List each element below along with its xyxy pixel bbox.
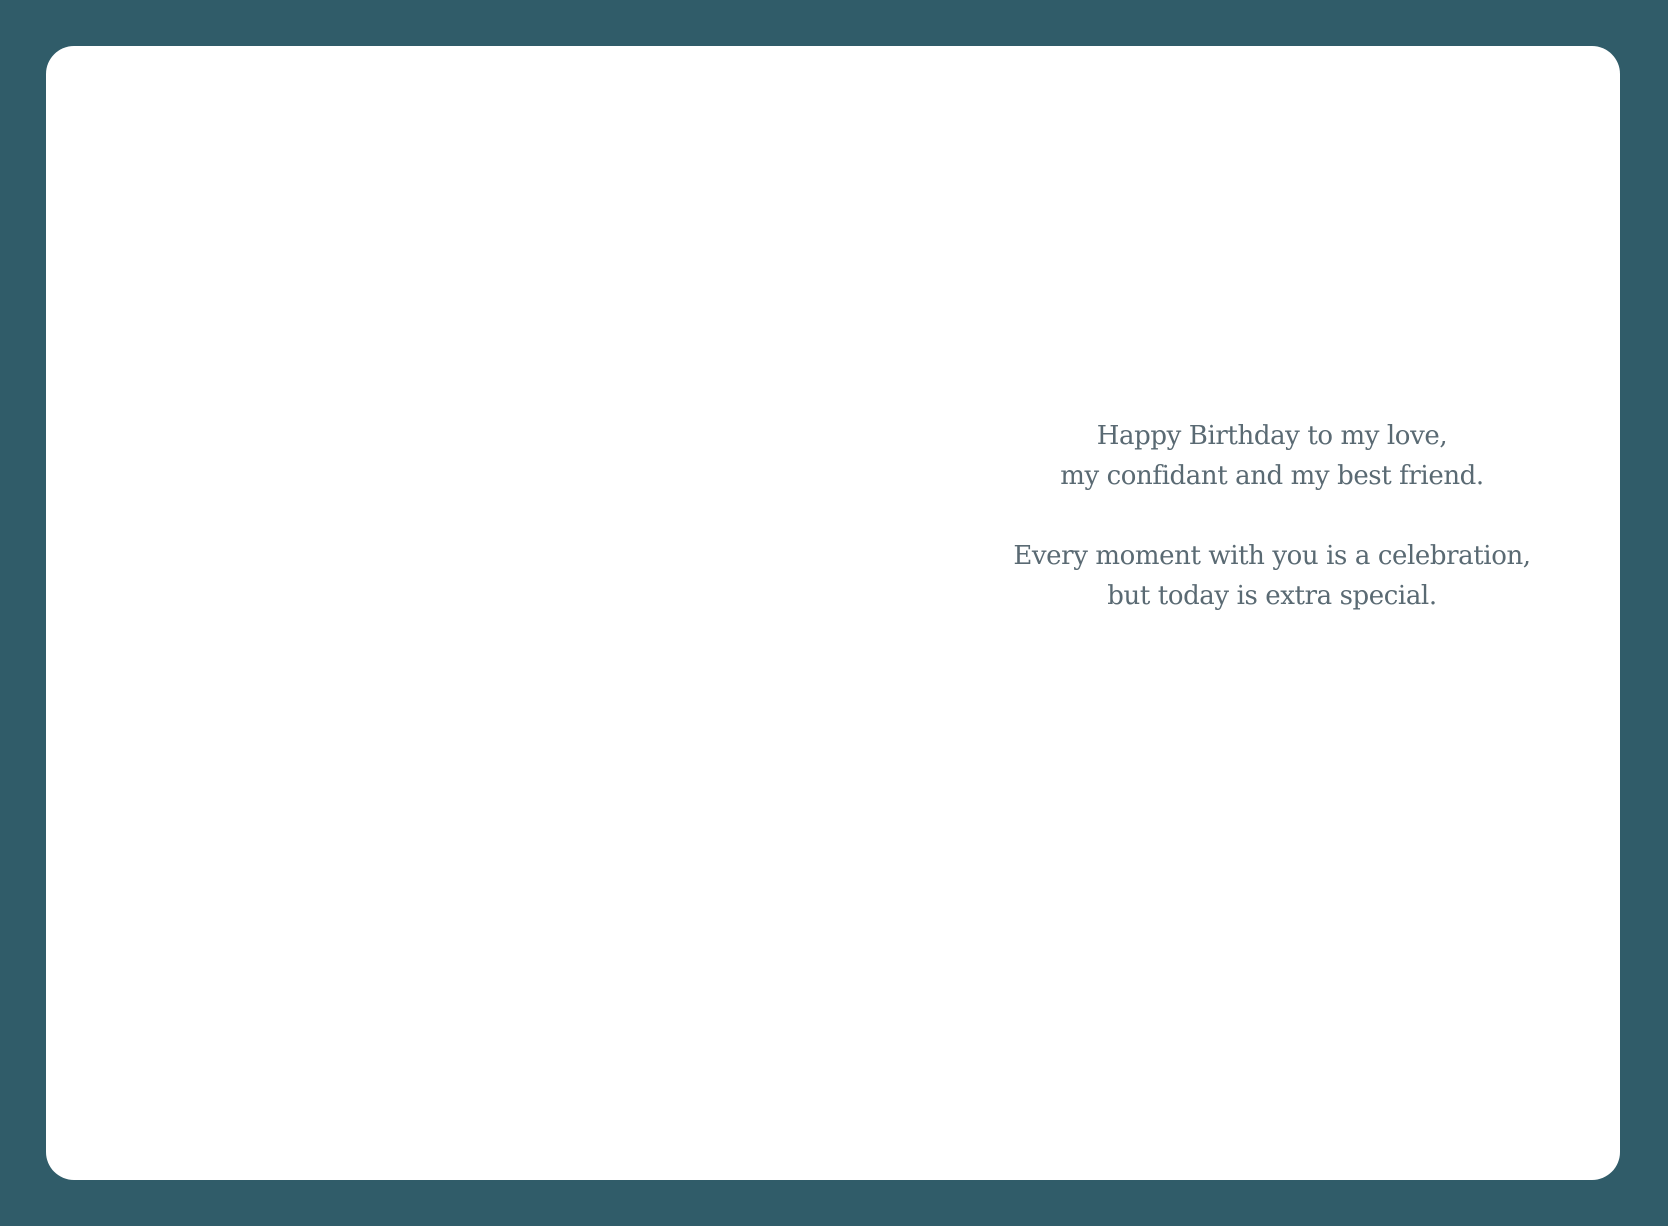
message-line: Happy Birthday to my love, bbox=[1096, 421, 1448, 451]
message-line: my confidant and my best friend. bbox=[1060, 461, 1484, 491]
card-message: Happy Birthday to my love, my confidant … bbox=[972, 416, 1572, 616]
message-line: Every moment with you is a celebration, bbox=[1013, 541, 1531, 571]
message-line: but today is extra special. bbox=[1107, 581, 1437, 611]
greeting-card-inside: Happy Birthday to my love, my confidant … bbox=[46, 46, 1620, 1180]
message-stanza: Every moment with you is a celebration, … bbox=[972, 536, 1572, 616]
message-stanza: Happy Birthday to my love, my confidant … bbox=[972, 416, 1572, 496]
